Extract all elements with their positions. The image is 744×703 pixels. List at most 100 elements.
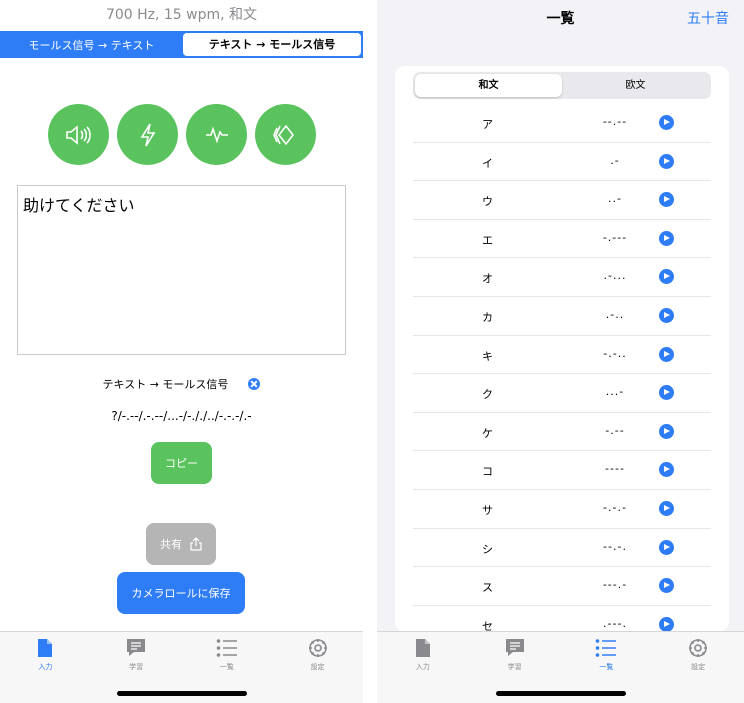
list-item: エ -.--- xyxy=(413,220,711,259)
play-icon[interactable] xyxy=(659,153,674,169)
code-list: ア --.-- イ .- ウ ..- エ -.--- オ .-... カ .-.. キ -.-.. ク...… xyxy=(395,104,729,632)
morse-code: -.-- xyxy=(605,423,625,437)
screen-divider xyxy=(363,0,377,703)
home-indicator xyxy=(117,691,247,696)
kana-label: カ xyxy=(482,310,493,324)
document-icon xyxy=(38,639,53,657)
list-item: オ .-... xyxy=(413,258,711,297)
play-icon[interactable] xyxy=(659,269,674,285)
list-item: サ -.-.- xyxy=(413,490,711,529)
list-item: セ .---. xyxy=(413,606,711,632)
play-icon[interactable] xyxy=(659,423,674,439)
kana-label: エ xyxy=(482,233,493,247)
share-button[interactable]: 共有 xyxy=(146,523,216,565)
tab-input[interactable]: 入力 xyxy=(377,632,469,703)
chat-icon xyxy=(127,639,146,656)
text-input[interactable]: 助けてください xyxy=(17,185,346,355)
mode-morse-to-text[interactable]: モールス信号 → テキスト xyxy=(0,37,183,53)
morse-code: -.--- xyxy=(602,230,628,244)
list-item: イ .- xyxy=(413,143,711,182)
mode-segmented-control: モールス信号 → テキスト テキスト → モールス信号 xyxy=(0,31,363,58)
morse-code: -.-.- xyxy=(603,500,627,514)
play-icon[interactable] xyxy=(659,385,674,401)
kana-label: ウ xyxy=(482,195,493,209)
play-icon[interactable] xyxy=(659,307,674,323)
direction-label: テキスト → モールス信号 xyxy=(102,378,229,391)
kana-label: ク xyxy=(482,388,493,402)
language-segmented-control: 和文 欧文 xyxy=(413,72,711,99)
speaker-icon xyxy=(65,124,91,145)
tab-label: 一覧 xyxy=(599,663,614,671)
tab-label: 学習 xyxy=(129,663,144,671)
kana-label: ケ xyxy=(482,426,493,440)
play-icon[interactable] xyxy=(659,115,674,130)
tab-input[interactable]: 入力 xyxy=(0,632,91,703)
tab-label: 設定 xyxy=(310,663,325,671)
play-icon[interactable] xyxy=(659,346,674,362)
list-item: ケ -.-- xyxy=(413,413,711,452)
share-label: 共有 xyxy=(160,538,182,551)
play-icon[interactable] xyxy=(659,500,674,516)
kana-label: キ xyxy=(482,349,493,363)
tab-label: 入力 xyxy=(415,663,430,671)
tab-settings[interactable]: 設定 xyxy=(652,632,744,703)
morse-code: --.-. xyxy=(603,539,627,553)
morse-code: ---- xyxy=(605,462,625,476)
gojuon-button[interactable]: 五十音 xyxy=(687,8,729,28)
kana-label: ア xyxy=(482,118,493,131)
play-icon[interactable] xyxy=(659,578,674,594)
pulse-button[interactable] xyxy=(186,104,247,165)
list-item: コ ---- xyxy=(413,451,711,490)
save-to-camera-roll-button[interactable]: カメラロールに保存 xyxy=(117,572,245,614)
kana-label: コ xyxy=(482,465,493,479)
list-item: キ -.-.. xyxy=(413,336,711,375)
vibrate-button[interactable] xyxy=(255,104,316,165)
tab-label: 設定 xyxy=(691,663,706,671)
morse-output: ?/-.--/.-.--/...-/-././../-.-.-/.- xyxy=(111,409,252,423)
play-icon[interactable] xyxy=(659,616,674,632)
morse-code: .-... xyxy=(603,269,627,283)
morse-code: ..- xyxy=(608,192,622,206)
input-screen: 700 Hz, 15 wpm, 和文 モールス信号 → テキスト テキスト → … xyxy=(0,0,363,703)
app-screenshots: 700 Hz, 15 wpm, 和文 モールス信号 → テキスト テキスト → … xyxy=(0,0,744,703)
morse-code: --.-- xyxy=(602,115,628,128)
kana-label: オ xyxy=(482,272,493,286)
clear-icon[interactable] xyxy=(248,378,261,390)
direction-row: テキスト → モールス信号 xyxy=(0,376,363,392)
tab-label: 一覧 xyxy=(219,663,234,671)
segment-japanese[interactable]: 和文 xyxy=(415,74,562,97)
kana-label: セ xyxy=(482,619,493,632)
morse-code: -.-.. xyxy=(603,346,627,360)
sound-button[interactable] xyxy=(48,104,109,165)
segment-english[interactable]: 欧文 xyxy=(562,74,709,97)
play-icon[interactable] xyxy=(659,192,674,208)
share-icon xyxy=(190,537,202,551)
morse-code: ---.- xyxy=(602,578,628,592)
home-indicator xyxy=(496,691,626,696)
play-icon[interactable] xyxy=(659,230,674,246)
gear-icon xyxy=(689,639,708,657)
flash-button[interactable] xyxy=(117,104,178,165)
flash-icon xyxy=(140,123,155,146)
kana-label: ス xyxy=(482,581,493,595)
pulse-icon xyxy=(205,125,228,144)
list-item: ス ---.- xyxy=(413,567,711,606)
vibrate-icon xyxy=(272,124,294,145)
play-icon[interactable] xyxy=(659,539,674,555)
tab-settings[interactable]: 設定 xyxy=(272,632,363,703)
gear-icon xyxy=(308,639,327,657)
play-icon[interactable] xyxy=(659,462,674,478)
list-item: カ .-.. xyxy=(413,297,711,336)
list-screen: 一覧 五十音 和文 欧文 ア --.-- イ .- ウ ..- エ -.--- オ .-... カ.… xyxy=(377,0,744,703)
code-table-card: 和文 欧文 ア --.-- イ .- ウ ..- エ -.--- オ .-... カ .-.. キ -.-… xyxy=(395,66,729,632)
morse-code: .- xyxy=(610,153,620,167)
copy-button[interactable]: コピー xyxy=(151,442,212,484)
list-item: ク ...- xyxy=(413,374,711,413)
tab-label: 入力 xyxy=(38,663,53,671)
list-icon xyxy=(596,639,617,657)
morse-code: .-.. xyxy=(605,307,625,321)
chat-icon xyxy=(505,639,524,656)
settings-summary: 700 Hz, 15 wpm, 和文 xyxy=(105,7,258,23)
mode-text-to-morse[interactable]: テキスト → モールス信号 xyxy=(183,33,361,56)
document-icon xyxy=(415,639,430,657)
